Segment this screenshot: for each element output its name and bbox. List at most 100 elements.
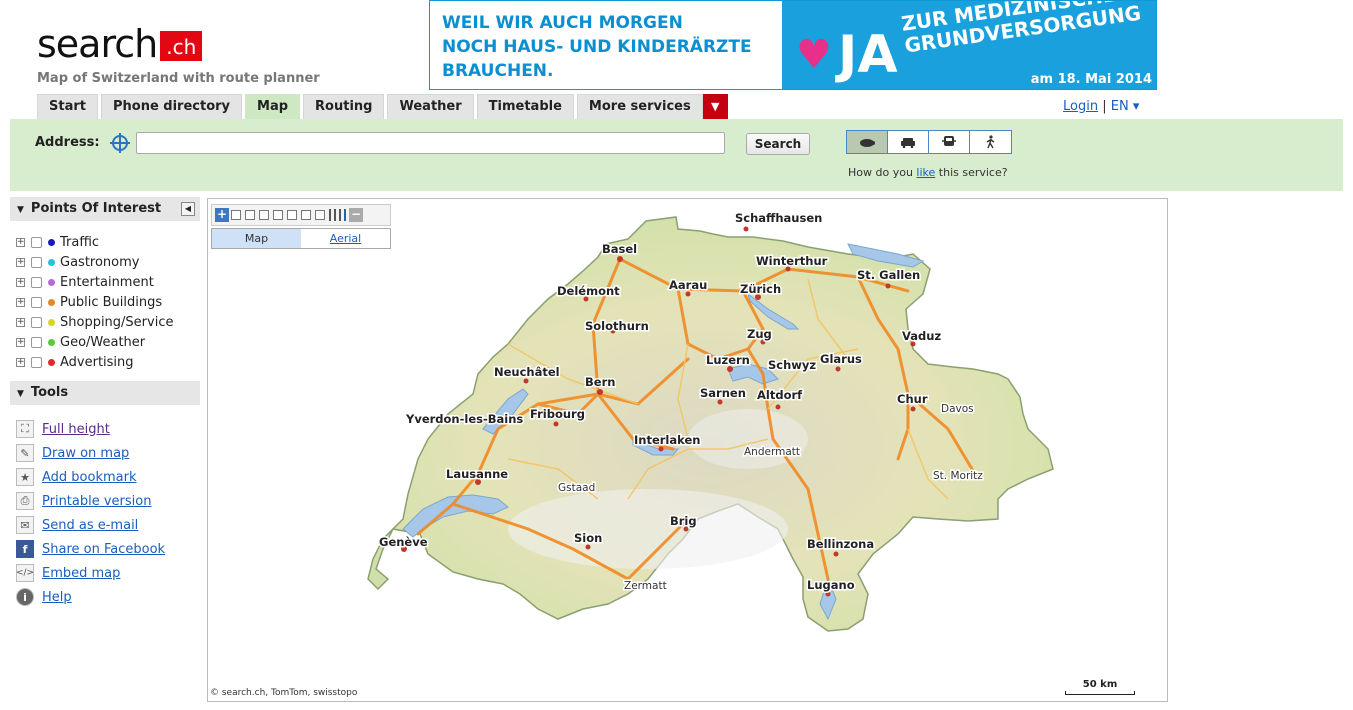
heart-icon: ♥ [796, 32, 832, 78]
poi-label: Advertising [60, 354, 134, 370]
tool-printable-version[interactable]: ⎙ Printable version [16, 489, 165, 513]
tool-link[interactable]: Full height [42, 422, 110, 437]
zoom-level-current[interactable] [344, 209, 346, 221]
city-label-schaffhausen: Schaffhausen [735, 211, 822, 225]
tab-routing[interactable]: Routing [303, 94, 385, 119]
expand-icon[interactable]: + [16, 237, 25, 247]
map-type-map[interactable]: Map [212, 229, 301, 248]
city-label-solothurn: Solothurn [585, 319, 649, 333]
tool-link[interactable]: Embed map [42, 566, 120, 581]
poi-checkbox[interactable] [31, 356, 42, 368]
language-selector[interactable]: EN ▾ [1111, 99, 1140, 114]
tool-link[interactable]: Send as e-mail [42, 518, 138, 533]
tool-link[interactable]: Printable version [42, 494, 151, 509]
city-marker [885, 283, 891, 289]
zoom-level-step[interactable] [301, 210, 311, 220]
poi-item-gastronomy[interactable]: + Gastronomy [16, 252, 173, 272]
city-label-fribourg: Fribourg [530, 407, 585, 421]
city-label-gstaad: Gstaad [558, 482, 595, 494]
city-label-luzern: Luzern [706, 353, 750, 367]
tab-start[interactable]: Start [37, 94, 98, 119]
more-services-dropdown-icon[interactable]: ▼ [702, 94, 728, 119]
tab-timetable[interactable]: Timetable [476, 94, 574, 119]
poi-checkbox[interactable] [31, 276, 42, 288]
tool-link[interactable]: Draw on map [42, 446, 129, 461]
zoom-level-step[interactable] [259, 210, 269, 220]
public-transport-mode-icon[interactable] [929, 131, 970, 153]
ad-banner[interactable]: WEIL WIR AUCH MORGEN NOCH HAUS- UND KIND… [429, 0, 1157, 90]
printer-icon: ⎙ [16, 492, 34, 510]
poi-item-advertising[interactable]: + Advertising [16, 352, 173, 372]
expand-icon[interactable]: + [16, 277, 25, 287]
star-icon: ★ [16, 468, 34, 486]
tab-weather[interactable]: Weather [387, 94, 474, 119]
zoom-level-step[interactable] [334, 209, 336, 221]
expand-icon[interactable]: + [16, 357, 25, 367]
city-marker [585, 544, 591, 550]
tab-map[interactable]: Map [245, 94, 301, 119]
tool-share-facebook[interactable]: f Share on Facebook [16, 537, 165, 561]
poi-item-geo-weather[interactable]: + Geo/Weather [16, 332, 173, 352]
walking-mode-icon[interactable] [970, 131, 1011, 153]
map-type-aerial[interactable]: Aerial [301, 229, 390, 248]
tool-add-bookmark[interactable]: ★ Add bookmark [16, 465, 165, 489]
zoom-level-step[interactable] [329, 209, 331, 221]
tool-link[interactable]: Help [42, 590, 72, 605]
expand-icon[interactable]: + [16, 317, 25, 327]
tool-link[interactable]: Add bookmark [42, 470, 137, 485]
zoom-level-step[interactable] [339, 209, 341, 221]
poi-item-shopping-service[interactable]: + Shopping/Service [16, 312, 173, 332]
zoom-level-step[interactable] [231, 210, 241, 220]
zoom-level-step[interactable] [245, 210, 255, 220]
zoom-in-icon[interactable]: + [215, 208, 229, 222]
tool-draw-on-map[interactable]: ✎ Draw on map [16, 441, 165, 465]
tool-help[interactable]: i Help [16, 585, 165, 609]
expand-icon[interactable]: + [16, 297, 25, 307]
map-copyright: © search.ch, TomTom, swisstopo [210, 688, 358, 698]
poi-checkbox[interactable] [31, 296, 42, 308]
tool-embed-map[interactable]: </> Embed map [16, 561, 165, 585]
poi-checkbox[interactable] [31, 316, 42, 328]
zoom-out-icon[interactable]: − [349, 208, 363, 222]
city-marker [717, 399, 723, 405]
zoom-level-step[interactable] [315, 210, 325, 220]
poi-panel-header[interactable]: ▼ Points Of Interest ◀ [10, 197, 200, 221]
banner-left-text: WEIL WIR AUCH MORGEN NOCH HAUS- UND KIND… [442, 11, 752, 83]
poi-checkbox[interactable] [31, 336, 42, 348]
fullscreen-icon: ⛶ [16, 420, 34, 438]
poi-item-entertainment[interactable]: + Entertainment [16, 272, 173, 292]
expand-icon[interactable]: + [16, 257, 25, 267]
poi-item-traffic[interactable]: + Traffic [16, 232, 173, 252]
expand-icon[interactable]: + [16, 337, 25, 347]
city-label-geneve: Genève [379, 535, 428, 549]
map-canvas[interactable]: Schaffhausen Basel Winterthur St. Gallen… [207, 198, 1168, 702]
tool-full-height[interactable]: ⛶ Full height [16, 417, 165, 441]
scale-bar [1065, 691, 1135, 695]
tool-link[interactable]: Share on Facebook [42, 542, 165, 557]
locate-icon[interactable] [110, 133, 130, 153]
login-link[interactable]: Login [1063, 99, 1098, 114]
search-button[interactable]: Search [746, 133, 810, 155]
city-label-davos: Davos [941, 403, 974, 415]
tab-phone-directory[interactable]: Phone directory [100, 94, 243, 119]
tools-panel-header[interactable]: ▼ Tools [10, 381, 200, 405]
hedgehog-mode-icon[interactable] [847, 131, 888, 153]
sidebar-collapse-icon[interactable]: ◀ [181, 202, 195, 216]
envelope-icon: ✉ [16, 516, 34, 534]
zoom-level-step[interactable] [273, 210, 283, 220]
zoom-level-step[interactable] [287, 210, 297, 220]
search-ch-logo[interactable]: search .ch [37, 22, 203, 66]
poi-checkbox[interactable] [31, 256, 42, 268]
feedback-after: this service? [935, 166, 1008, 179]
switzerland-map[interactable]: Schaffhausen Basel Winterthur St. Gallen… [208, 199, 1168, 702]
like-link[interactable]: like [916, 166, 935, 179]
car-mode-icon[interactable] [888, 131, 929, 153]
poi-checkbox[interactable] [31, 236, 42, 248]
poi-panel-title: Points Of Interest [30, 201, 162, 216]
tab-more-services[interactable]: More services [576, 94, 703, 119]
poi-item-public-buildings[interactable]: + Public Buildings [16, 292, 173, 312]
city-marker [597, 389, 603, 395]
tool-send-email[interactable]: ✉ Send as e-mail [16, 513, 165, 537]
address-input[interactable] [136, 132, 725, 154]
city-marker [685, 291, 691, 297]
